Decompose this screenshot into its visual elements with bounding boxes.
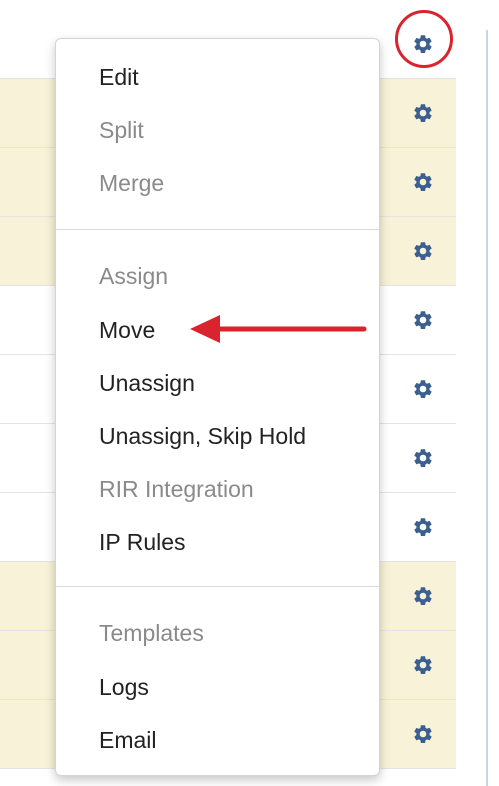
row-actions-button[interactable] <box>412 309 434 331</box>
row-actions-button[interactable] <box>412 447 434 469</box>
gear-icon <box>414 587 432 605</box>
row-actions-button[interactable] <box>412 240 434 262</box>
menu-item-logs[interactable]: Logs <box>99 669 149 705</box>
gear-icon <box>414 35 432 53</box>
row-actions-button[interactable] <box>412 171 434 193</box>
row-actions-button[interactable] <box>412 378 434 400</box>
row-actions-menu: Edit Split Merge Assign Move Unassign Un… <box>55 38 380 776</box>
menu-item-unassign[interactable]: Unassign <box>99 365 195 401</box>
panel-divider <box>486 30 488 786</box>
menu-item-unassign-skip-hold[interactable]: Unassign, Skip Hold <box>99 418 306 454</box>
screenshot-stage: Edit Split Merge Assign Move Unassign Un… <box>0 0 499 786</box>
menu-item-edit[interactable]: Edit <box>99 59 139 95</box>
menu-item-email[interactable]: Email <box>99 722 157 758</box>
gear-icon <box>414 104 432 122</box>
gear-icon <box>414 518 432 536</box>
menu-item-move[interactable]: Move <box>99 312 155 348</box>
row-actions-button[interactable] <box>412 516 434 538</box>
gear-icon <box>414 380 432 398</box>
menu-divider <box>56 586 379 587</box>
gear-icon <box>414 449 432 467</box>
gear-icon <box>414 242 432 260</box>
menu-item-templates: Templates <box>99 620 204 646</box>
gear-icon <box>414 173 432 191</box>
menu-item-merge: Merge <box>99 170 165 196</box>
menu-item-rir-integration: RIR Integration <box>99 476 254 502</box>
row-actions-button[interactable] <box>412 585 434 607</box>
menu-item-split: Split <box>99 117 144 143</box>
row-actions-button[interactable] <box>412 654 434 676</box>
menu-item-assign: Assign <box>99 263 169 289</box>
menu-item-ip-rules[interactable]: IP Rules <box>99 524 186 560</box>
row-actions-button[interactable] <box>412 102 434 124</box>
gear-icon <box>414 725 432 743</box>
row-actions-button[interactable] <box>412 723 434 745</box>
gear-icon <box>414 656 432 674</box>
row-actions-button[interactable] <box>412 33 434 55</box>
gear-icon <box>414 311 432 329</box>
menu-divider <box>56 229 379 230</box>
